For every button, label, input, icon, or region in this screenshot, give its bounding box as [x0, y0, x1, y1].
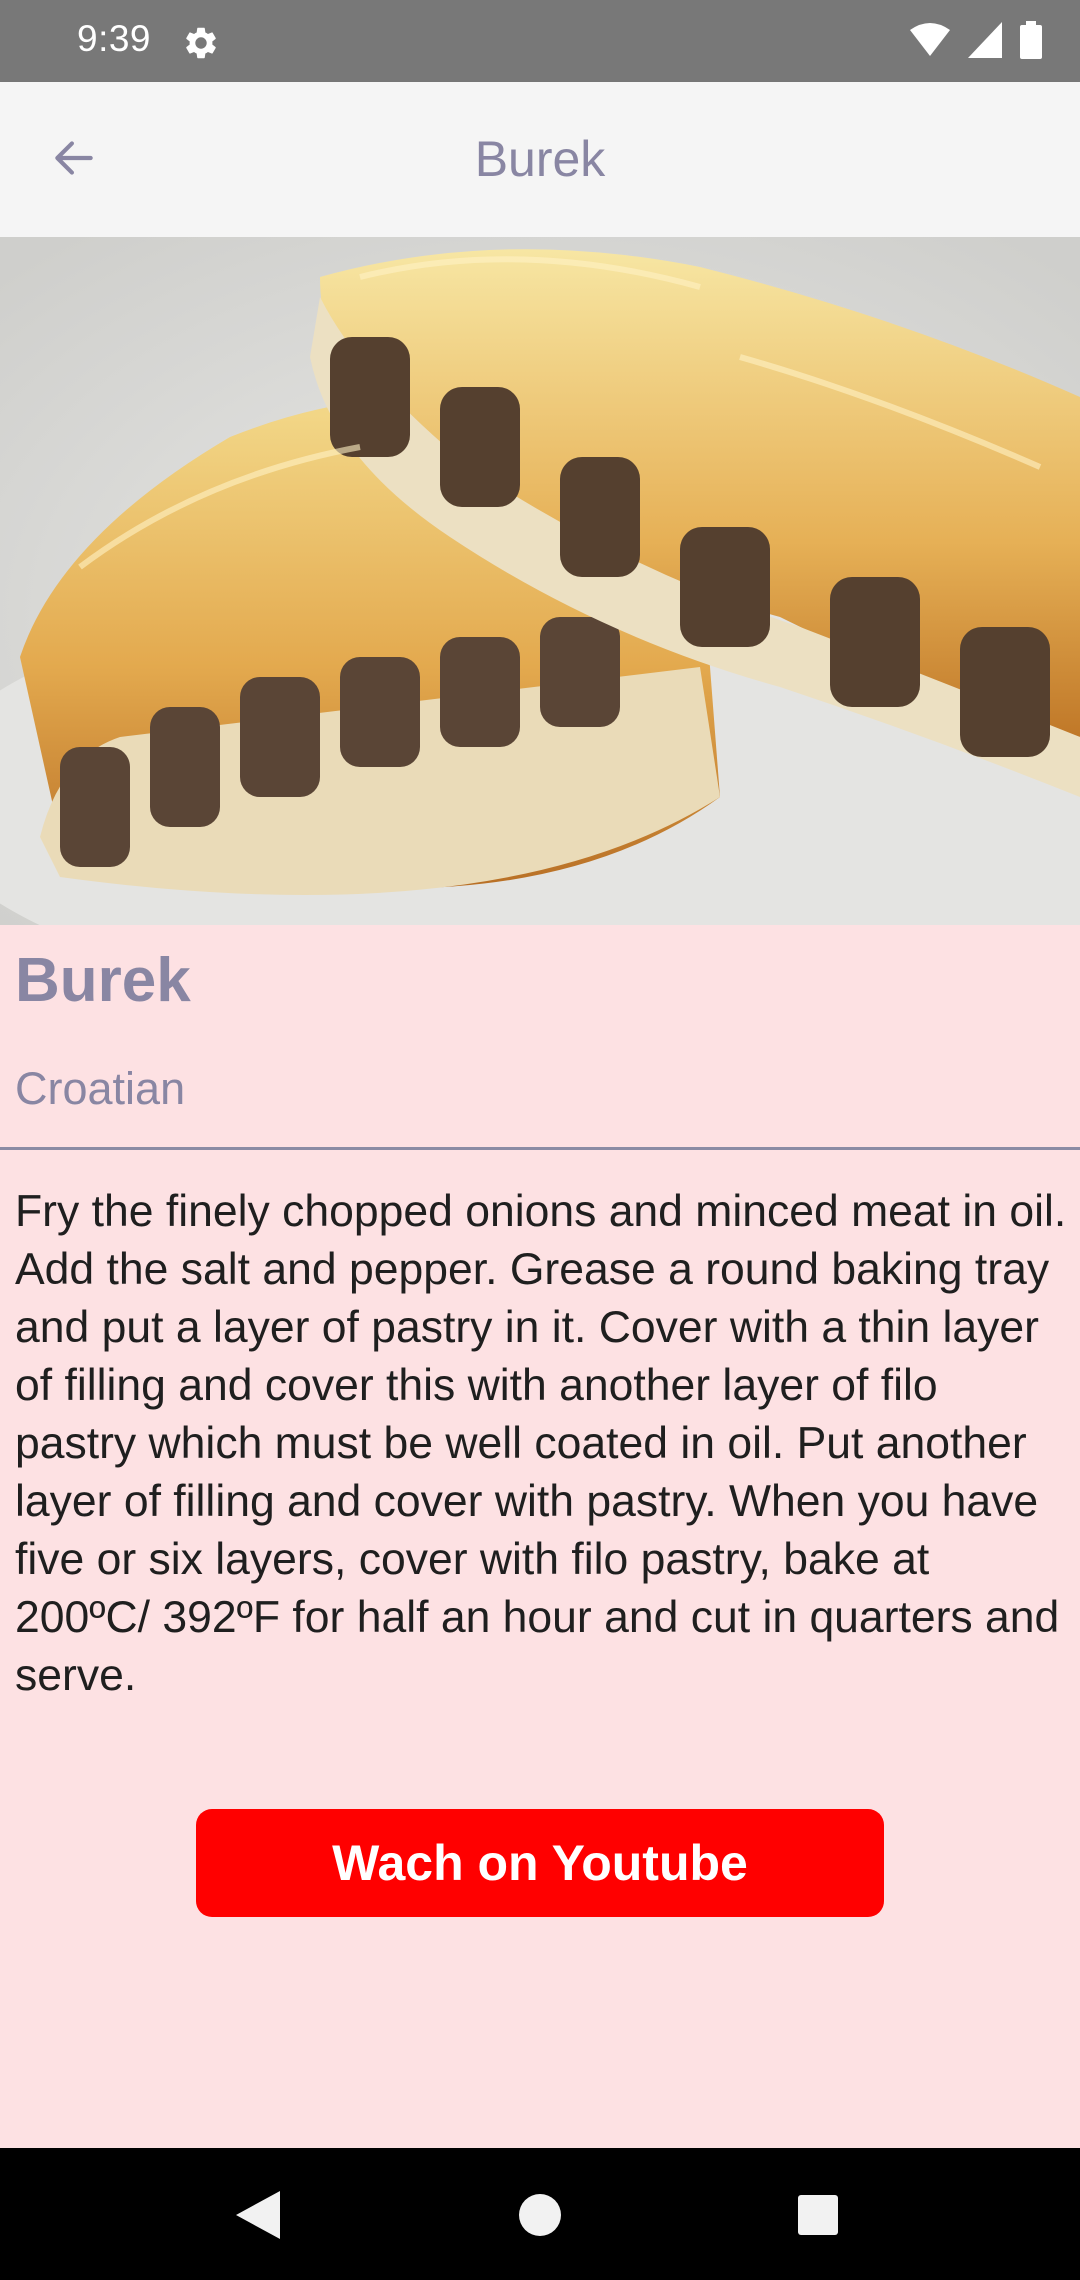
recipe-title: Burek — [15, 946, 191, 1015]
nav-recents-icon[interactable] — [785, 2182, 851, 2248]
divider — [0, 1147, 1080, 1150]
recipe-instructions: Fry the finely chopped onions and minced… — [15, 1187, 1067, 1700]
nav-home-icon[interactable] — [507, 2182, 573, 2248]
signal-icon — [968, 21, 1002, 63]
battery-icon — [1020, 20, 1042, 64]
watch-youtube-button[interactable]: Wach on Youtube — [196, 1809, 884, 1917]
navigation-bar — [0, 2148, 1080, 2280]
status-bar: 9:39 — [0, 0, 1080, 82]
status-icons — [910, 20, 1042, 64]
recipe-image — [0, 237, 1080, 925]
page-title: Burek — [474, 131, 606, 187]
gear-icon — [182, 24, 220, 62]
nav-back-icon[interactable] — [225, 2182, 291, 2248]
wifi-icon — [910, 22, 950, 63]
status-time: 9:39 — [77, 18, 152, 59]
app-bar: Burek — [0, 82, 1080, 237]
recipe-area: Croatian — [15, 1063, 186, 1114]
